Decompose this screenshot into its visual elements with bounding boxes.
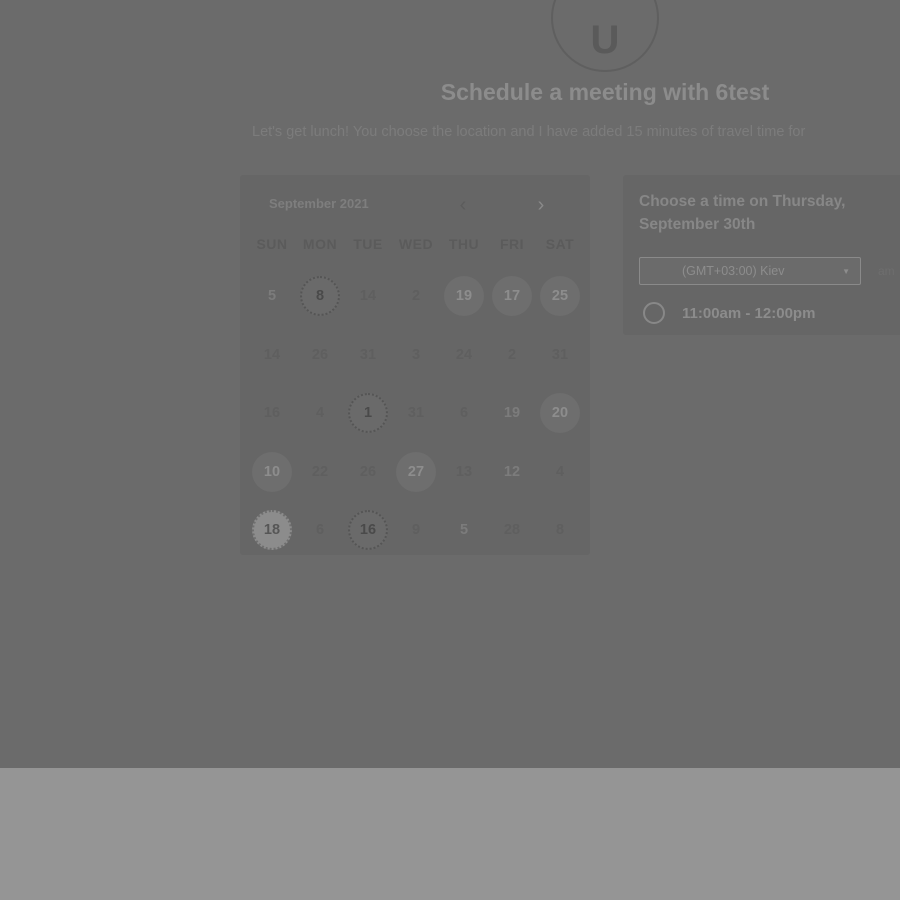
calendar-day-cell: 20 (536, 384, 584, 443)
ampm-toggle[interactable]: am (878, 264, 895, 278)
calendar-day-cell: 14 (344, 267, 392, 326)
time-picker-panel: Choose a time on Thursday, September 30t… (623, 175, 900, 335)
calendar-day: 24 (455, 346, 473, 363)
calendar-day: 8 (555, 522, 565, 539)
weekday-label: SAT (545, 236, 575, 252)
calendar-panel: September 2021 ‹ › SUN MON TUE WED THU F… (240, 175, 590, 555)
calendar-day-cell: 19 (440, 267, 488, 326)
calendar-day-cell: 3 (392, 326, 440, 385)
weekday-label: SUN (256, 236, 288, 252)
calendar-day: 26 (311, 346, 329, 363)
page-footer-area (0, 768, 900, 900)
calendar-day: 22 (311, 463, 329, 480)
calendar-day[interactable]: 16 (348, 510, 388, 551)
calendar-day: 6 (459, 405, 469, 422)
weekday-label: TUE (353, 236, 383, 252)
calendar-day-cell: 5 (440, 501, 488, 560)
calendar-day[interactable]: 19 (444, 276, 484, 317)
calendar-day[interactable]: 5 (252, 276, 292, 316)
calendar-day-cell: 5 (248, 267, 296, 326)
calendar-day[interactable]: 20 (540, 393, 580, 434)
calendar-day[interactable]: 27 (396, 451, 436, 492)
calendar-day-cell: 12 (488, 443, 536, 502)
calendar-day-cell: 2 (488, 326, 536, 385)
weekday-label: MON (302, 236, 338, 252)
caret-down-icon: ▼ (842, 266, 850, 276)
calendar-day: 31 (359, 346, 377, 363)
calendar-day-cell: 6 (440, 384, 488, 443)
calendar-month-label: September 2021 (269, 196, 369, 211)
calendar-day[interactable]: 25 (540, 276, 580, 317)
calendar-day-cell: 13 (440, 443, 488, 502)
calendar-day[interactable]: 12 (492, 452, 532, 492)
time-slot-radio[interactable] (643, 302, 665, 324)
calendar-day-cell: 19 (488, 384, 536, 443)
calendar-day-cell: 24 (440, 326, 488, 385)
weekday-label: THU (448, 236, 480, 252)
host-avatar: U (551, 0, 659, 72)
calendar-day[interactable]: 19 (492, 393, 532, 433)
calendar-day-cell: 10 (248, 443, 296, 502)
calendar-day: 6 (315, 522, 325, 539)
calendar-day-cell: 4 (296, 384, 344, 443)
timezone-select[interactable]: (GMT+03:00) Kiev ▼ (639, 257, 861, 285)
calendar-day-cell: 25 (536, 267, 584, 326)
calendar-day[interactable]: 17 (492, 276, 532, 317)
calendar-day: 31 (551, 346, 569, 363)
avatar-letter: U (590, 17, 620, 62)
calendar-day: 2 (507, 346, 517, 363)
calendar-day-cell: 31 (536, 326, 584, 385)
calendar-day-cell: 22 (296, 443, 344, 502)
scheduler-page: U Schedule a meeting with 6test Let's ge… (0, 0, 900, 768)
calendar-day: 26 (359, 463, 377, 480)
calendar-day-cell: 31 (392, 384, 440, 443)
calendar-day-cell: 31 (344, 326, 392, 385)
chevron-left-icon[interactable]: ‹ (453, 193, 473, 217)
calendar-day-cell: 1 (344, 384, 392, 443)
time-picker-heading: Choose a time on Thursday, September 30t… (639, 193, 846, 233)
calendar-day: 16 (263, 405, 281, 422)
meeting-description: Let's get lunch! You choose the location… (252, 124, 806, 140)
weekday-label: WED (398, 236, 434, 252)
time-slot[interactable]: 11:00am - 12:00pm (643, 302, 815, 324)
calendar-day: 14 (263, 346, 281, 363)
calendar-day-selected[interactable]: 18 (252, 510, 292, 551)
calendar-day: 4 (555, 463, 565, 480)
page-title: Schedule a meeting with 6test (440, 79, 770, 105)
calendar-day-cell: 9 (392, 501, 440, 560)
calendar-days-grid: 5 8 14 2 19 17 25 14 26 31 3 24 2 31 16 4 1 31 6 19 20 10 22 26… (248, 267, 584, 560)
calendar-day[interactable]: 10 (252, 451, 292, 492)
calendar-day-cell: 14 (248, 326, 296, 385)
calendar-day: 9 (411, 522, 421, 539)
calendar-day-cell: 26 (296, 326, 344, 385)
calendar-day-cell: 26 (344, 443, 392, 502)
calendar-day: 4 (315, 405, 325, 422)
time-slot-label: 11:00am - 12:00pm (682, 304, 816, 322)
calendar-day-cell: 28 (488, 501, 536, 560)
calendar-day-cell: 16 (248, 384, 296, 443)
calendar-day: 2 (411, 288, 421, 305)
calendar-day-cell: 8 (296, 267, 344, 326)
weekday-header: SUN MON TUE WED THU FRI SAT (248, 236, 584, 252)
calendar-day-cell: 27 (392, 443, 440, 502)
calendar-day-cell: 4 (536, 443, 584, 502)
calendar-day-cell: 18 (248, 501, 296, 560)
weekday-label: FRI (499, 236, 525, 252)
calendar-day: 13 (455, 463, 473, 480)
calendar-day-cell: 8 (536, 501, 584, 560)
timezone-value: (GMT+03:00) Kiev (682, 264, 785, 278)
calendar-day-cell: 16 (344, 501, 392, 560)
calendar-day: 14 (359, 288, 377, 305)
calendar-day-cell: 17 (488, 267, 536, 326)
calendar-day: 28 (503, 522, 521, 539)
calendar-day-cell: 6 (296, 501, 344, 560)
calendar-day: 31 (407, 405, 425, 422)
calendar-day[interactable]: 1 (348, 393, 388, 434)
calendar-day-cell: 2 (392, 267, 440, 326)
chevron-right-icon[interactable]: › (531, 193, 551, 217)
calendar-day[interactable]: 8 (300, 276, 340, 317)
calendar-day: 3 (411, 346, 421, 363)
calendar-day[interactable]: 5 (444, 510, 484, 550)
